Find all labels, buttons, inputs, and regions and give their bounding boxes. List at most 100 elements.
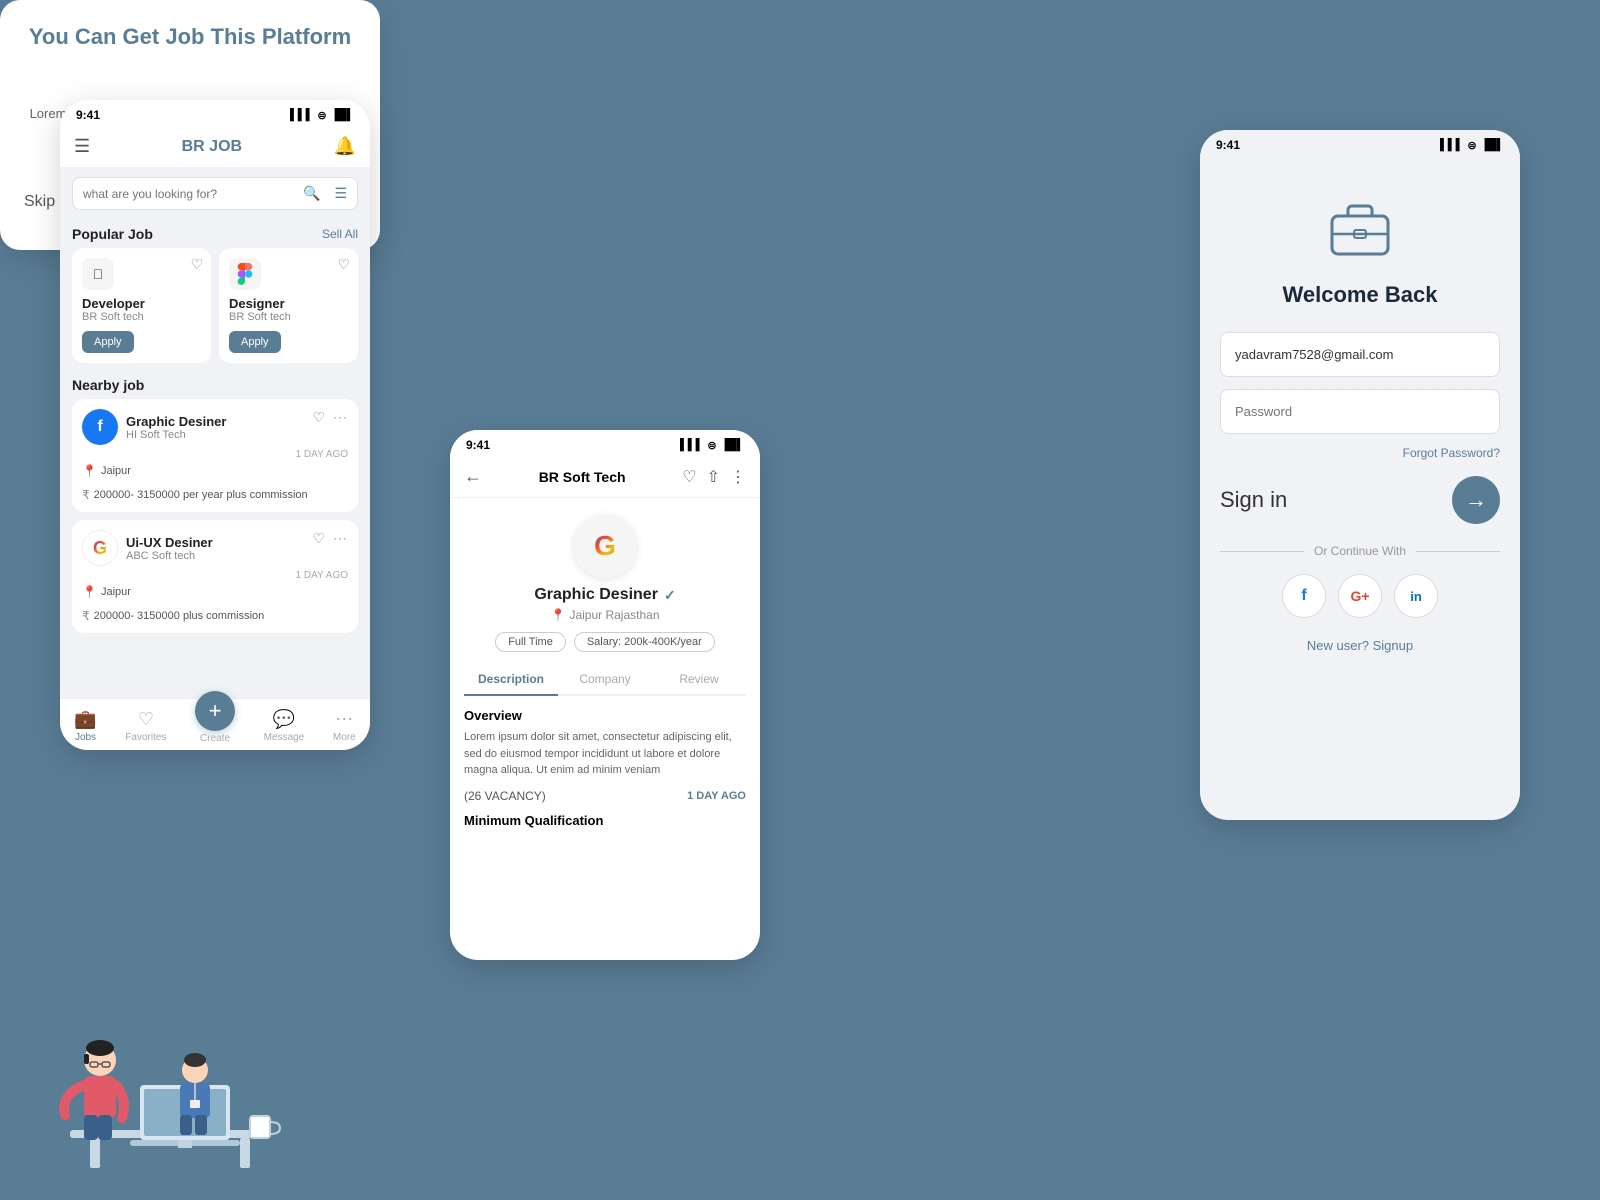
forgot-password-link[interactable]: Forgot Password? (1403, 446, 1500, 460)
nearby-section-header: Nearby job (60, 371, 370, 399)
fab-create-button[interactable]: + (195, 691, 235, 731)
location-pin-icon: 📍 (550, 608, 565, 622)
menu-icon[interactable]: ☰ (74, 136, 90, 157)
message-icon: 💬 (273, 709, 295, 730)
heart-nearby-2[interactable]: ♡ (312, 530, 325, 547)
nearby-job-title-1: Graphic Desiner (126, 414, 226, 429)
detail-status-time: 9:41 (466, 438, 490, 452)
tab-description[interactable]: Description (464, 664, 558, 696)
apply-designer-button[interactable]: Apply (229, 331, 281, 353)
detail-heart-icon[interactable]: ♡ (682, 467, 696, 487)
salary-icon-1: ₹ (82, 488, 90, 502)
wifi-icon: ⊜ (317, 109, 326, 122)
job-cards-row:  ♡ Developer BR Soft tech Apply ♡ Desig… (60, 248, 370, 363)
email-input[interactable] (1220, 332, 1500, 377)
bottom-nav: 💼 Jobs ♡ Favorites + Create 💬 Message ⋯ … (60, 698, 370, 750)
signal-icon: ▌▌▌ (290, 109, 313, 121)
sell-all-link[interactable]: Sell All (322, 227, 358, 241)
battery-icon: ▐█▌ (331, 109, 354, 121)
job-card-designer: ♡ Designer BR Soft tech Apply (219, 248, 358, 363)
favorite-icon-developer[interactable]: ♡ (190, 256, 203, 273)
nav-more[interactable]: ⋯ More (333, 709, 356, 743)
more-nearby-2[interactable]: ⋯ (333, 530, 348, 547)
search-icon[interactable]: 🔍 (303, 185, 320, 202)
new-user-signup-link[interactable]: New user? Signup (1307, 638, 1413, 653)
skip-text[interactable]: Skip (24, 193, 55, 211)
login-wifi-icon: ⊜ (1467, 139, 1476, 152)
nav-message[interactable]: 💬 Message (264, 709, 305, 743)
favorites-icon: ♡ (138, 709, 154, 730)
time-ago-1: 1 DAY AGO (82, 449, 348, 460)
apple-logo:  (82, 258, 114, 290)
apply-developer-button[interactable]: Apply (82, 331, 134, 353)
salary-2: 200000- 3150000 plus commission (94, 610, 265, 622)
nav-jobs-label: Jobs (75, 732, 96, 743)
tab-review[interactable]: Review (652, 664, 746, 694)
detail-tabs: Description Company Review (464, 664, 746, 696)
filter-icon[interactable]: ☰ (334, 185, 347, 202)
login-status-bar: 9:41 ▌▌▌ ⊜ ▐█▌ (1200, 130, 1520, 156)
search-bar[interactable]: 🔍 ☰ (72, 177, 358, 210)
joblist-phone: 9:41 ▌▌▌ ⊜ ▐█▌ ☰ BR JOB 🔔 🔍 ☰ Popular Jo… (60, 100, 370, 750)
heart-nearby-1[interactable]: ♡ (312, 409, 325, 426)
company-name-designer: BR Soft tech (229, 311, 348, 323)
more-nearby-1[interactable]: ⋯ (333, 409, 348, 426)
company-name-developer: BR Soft tech (82, 311, 201, 323)
location-1: Jaipur (101, 465, 131, 477)
or-line-right (1416, 551, 1500, 552)
linkedin-login-button[interactable]: in (1394, 574, 1438, 618)
login-signal-icon: ▌▌▌ (1440, 139, 1463, 151)
salary-icon-2: ₹ (82, 609, 90, 623)
sign-in-button[interactable]: → (1452, 476, 1500, 524)
nearby-item-uiux: G Ui-UX Desiner ABC Soft tech ♡ ⋯ 1 DAY … (72, 520, 358, 633)
detail-more-icon[interactable]: ⋮ (730, 467, 746, 487)
figma-logo (229, 258, 261, 290)
fb-logo: f (82, 409, 118, 445)
detail-company-name: BR Soft Tech (539, 469, 626, 485)
favorite-icon-designer[interactable]: ♡ (337, 256, 350, 273)
jobs-icon: 💼 (74, 709, 96, 730)
or-text: Or Continue With (1314, 544, 1406, 558)
google-login-button[interactable]: G+ (1338, 574, 1382, 618)
nav-jobs[interactable]: 💼 Jobs (74, 709, 96, 743)
detail-battery-icon: ▐█▌ (721, 439, 744, 451)
facebook-icon: f (1301, 587, 1306, 605)
tag-salary: Salary: 200k-400K/year (574, 632, 715, 652)
nearby-company-1: HI Soft Tech (126, 429, 226, 441)
search-input[interactable] (83, 187, 295, 201)
detail-wifi-icon: ⊜ (707, 439, 716, 452)
nav-favorites[interactable]: ♡ Favorites (125, 709, 166, 743)
detail-signal-icon: ▌▌▌ (680, 439, 703, 451)
password-input[interactable] (1220, 389, 1500, 434)
detail-share-icon[interactable]: ⇧ (707, 467, 720, 487)
app-title: BR JOB (182, 138, 242, 156)
job-title-developer: Developer (82, 296, 201, 311)
more-icon: ⋯ (335, 709, 353, 730)
back-icon[interactable]: ← (464, 466, 482, 487)
detail-status-bar: 9:41 ▌▌▌ ⊜ ▐█▌ (450, 430, 760, 456)
nearby-list: f Graphic Desiner HI Soft Tech ♡ ⋯ 1 DAY… (60, 399, 370, 633)
detail-phone: 9:41 ▌▌▌ ⊜ ▐█▌ ← BR Soft Tech ♡ ⇧ ⋮ G Gr… (450, 430, 760, 960)
vacancy-row: (26 VACANCY) 1 DAY AGO (464, 789, 746, 803)
nav-create[interactable]: + Create (195, 707, 235, 744)
verified-icon: ✓ (664, 587, 676, 604)
google-logo-nearby: G (82, 530, 118, 566)
top-bar: ☰ BR JOB 🔔 (60, 126, 370, 167)
detail-content: Overview Lorem ipsum dolor sit amet, con… (450, 696, 760, 840)
job-title-designer: Designer (229, 296, 348, 311)
nav-create-label: Create (200, 733, 230, 744)
location-2: Jaipur (101, 586, 131, 598)
tab-company[interactable]: Company (558, 664, 652, 694)
vacancy-count: (26 VACANCY) (464, 789, 546, 803)
notification-icon[interactable]: 🔔 (334, 136, 356, 157)
facebook-login-button[interactable]: f (1282, 574, 1326, 618)
nearby-company-2: ABC Soft tech (126, 550, 213, 562)
popular-title: Popular Job (72, 226, 153, 242)
login-status-time: 9:41 (1216, 138, 1240, 152)
status-bar: 9:41 ▌▌▌ ⊜ ▐█▌ (60, 100, 370, 126)
sign-in-row: Sign in → (1220, 476, 1500, 524)
min-qual-title: Minimum Qualification (464, 813, 746, 828)
detail-location: 📍 Jaipur Rajasthan (450, 608, 760, 622)
location-icon-2: 📍 (82, 585, 97, 599)
or-divider: Or Continue With (1220, 544, 1500, 558)
